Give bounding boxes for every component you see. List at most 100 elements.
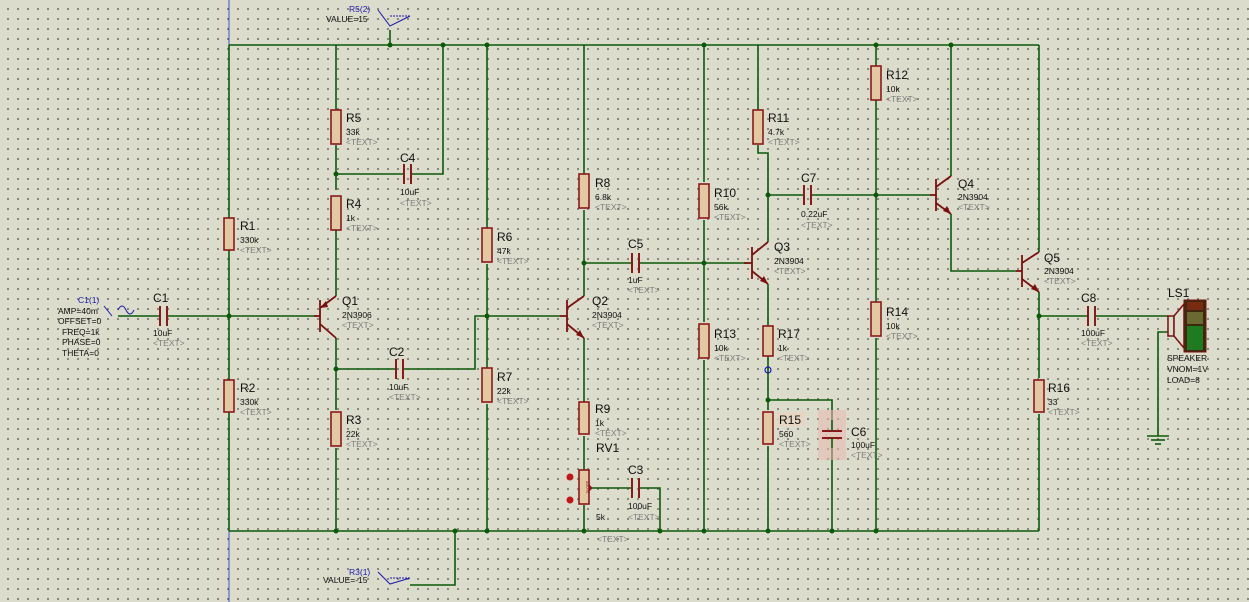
resistor-r5[interactable]: R5 33k <TEXT> [330,109,378,147]
ref-label: Q5 [1044,251,1060,265]
text-label: <TEXT> [342,320,374,330]
emitter-arrow-icon [760,276,768,284]
resistor-r2[interactable]: R2 330k <TEXT> [223,379,272,417]
transistor-q1[interactable]: Q1 2N3906 <TEXT> [314,294,374,339]
text-label: <TEXT> [497,396,529,406]
text-label: <TEXT> [768,137,800,147]
resistor-r7[interactable]: R7 22k <TEXT> [481,367,529,406]
increase-button-icon[interactable] [566,473,574,481]
capacitor-c3[interactable]: C3 100uF <TEXT> [628,463,660,522]
value-label: 2N3906 [342,310,372,320]
value-label: 10k [886,84,900,94]
ref-label: R4 [346,197,362,211]
resistor-r16[interactable]: R16 33 <TEXT> [1033,379,1080,417]
capacitor-c1[interactable]: C1 10uF <TEXT> [153,291,185,348]
text-label: <TEXT> [886,331,918,341]
capacitor-c8[interactable]: C8 100uF <TEXT> [1081,291,1113,348]
transistor-q5[interactable]: Q5 2N3904 <TEXT> [1016,251,1076,293]
ref-label: C5 [628,237,644,251]
power-terminal-positive[interactable]: R5(2) VALUE=15 [326,4,411,27]
ref-label: C4 [400,151,416,165]
power-terminal-negative[interactable]: R3(1) VALUE=-15 [323,567,411,585]
speaker-load: LOAD=8 [1167,375,1200,385]
value-label: 10uF [389,382,408,392]
speaker-icon [1173,301,1185,351]
source-freq: FREQ=1k [62,327,100,337]
ref-label: Q1 [342,294,358,308]
value-label: 2N3904 [774,256,804,266]
sine-generator[interactable]: C1(1) AMP=40m OFFSET=0 FREQ=1k PHASE=0 T… [58,295,135,358]
resistor-r10[interactable]: R10 56k <TEXT> [698,183,746,222]
sine-icon [103,305,135,317]
resistor-r17[interactable]: R17 1k <TEXT> [762,325,810,363]
resistor-r8[interactable]: R8 6.8k <TEXT> [578,173,627,212]
resistor-r4[interactable]: R4 1k <TEXT> [330,195,378,233]
text-label: <TEXT> [346,223,378,233]
ref-label: R5 [346,111,362,125]
emitter-arrow-icon [1031,284,1039,292]
capacitor-c2[interactable]: C2 10uF <TEXT> [389,345,421,402]
terminal-ref: R5(2) [349,4,370,14]
resistor-r13[interactable]: R13 10k <TEXT> [698,323,746,363]
ref-label: C3 [628,463,644,477]
schematic-canvas[interactable]: R5(2) VALUE=15 R3(1) VALUE=-15 C1(1) AMP… [0,0,1249,602]
source-ref: C1(1) [78,295,99,305]
text-label: <TEXT> [779,439,811,449]
value-label: 0.22uF [801,209,827,219]
speaker-type: SPEAKER [1167,353,1207,363]
text-label: <TEXT> [240,245,272,255]
text-label: <TEXT> [597,534,629,544]
ref-label: Q3 [774,240,790,254]
capacitor-c5[interactable]: C5 1uF <TEXT> [628,237,660,295]
capacitor-c6[interactable]: C6 100uF <TEXT> [818,410,883,460]
capacitor-c7[interactable]: C7 0.22uF <TEXT> [801,171,833,230]
ref-label: C7 [801,171,817,185]
source-amp: AMP=40m [58,306,98,316]
value-label: 22k [346,429,360,439]
value-label: 2N3904 [592,310,622,320]
text-label: <TEXT> [958,202,990,212]
text-label: <TEXT> [628,285,660,295]
ref-label: R17 [778,327,800,341]
source-theta: THETA=0 [62,348,99,358]
ref-label: R13 [714,327,736,341]
value-label: 1k [595,418,605,428]
transistor-q3[interactable]: Q3 2N3904 <TEXT> [744,240,806,285]
value-label: 1uF [628,275,643,285]
value-label: 100uF [1081,328,1105,338]
text-label: <TEXT> [595,202,627,212]
ref-label: R16 [1048,381,1070,395]
ref-label: R11 [768,111,789,125]
ref-label: R3 [346,413,362,427]
decrease-button-icon[interactable] [566,496,574,504]
ref-label: R9 [595,402,611,416]
text-label: <TEXT> [886,94,918,104]
speaker-ls1[interactable]: LS1 SPEAKER VNOM=1V LOAD=8 [1167,286,1208,385]
resistor-r11[interactable]: R11 4.7k <TEXT> [752,109,800,147]
resistor-r12[interactable]: R12 10k <TEXT> [870,65,918,104]
value-label: 330k [240,397,259,407]
resistor-r1[interactable]: R1 330k <TEXT> [223,217,272,255]
text-label: <TEXT> [389,392,421,402]
text-label: <TEXT> [595,428,627,438]
value-label: 33k [346,127,360,137]
transistor-q4[interactable]: Q4 2N3904 <TEXT> [930,175,990,215]
terminal-value: VALUE=15 [326,14,368,24]
capacitor-c4[interactable]: C4 10uF <TEXT> [400,151,432,208]
text-label: <TEXT> [1044,276,1076,286]
transistor-q2[interactable]: Q2 2N3904 <TEXT> [560,294,624,339]
text-label: <TEXT> [628,512,660,522]
resistor-r3[interactable]: R3 22k <TEXT> [330,411,378,449]
ref-label: R1 [240,219,256,233]
resistor-r15[interactable]: R15 560 <TEXT> [762,411,811,449]
resistor-r6[interactable]: R6 47k <TEXT> [481,227,529,266]
value-label: 2N3904 [958,192,988,202]
resistor-r9[interactable]: R9 1k <TEXT> [578,401,627,438]
ref-label: R15 [779,413,801,427]
emitter-arrow-icon [943,206,951,214]
potentiometer-rv1[interactable]: 100% RV1 5k <TEXT> [566,441,629,544]
source-phase: PHASE=0 [62,337,101,347]
ref-label: C6 [851,425,867,439]
ref-label: Q4 [958,177,974,191]
resistor-r14[interactable]: R14 10k <TEXT> [870,301,918,341]
